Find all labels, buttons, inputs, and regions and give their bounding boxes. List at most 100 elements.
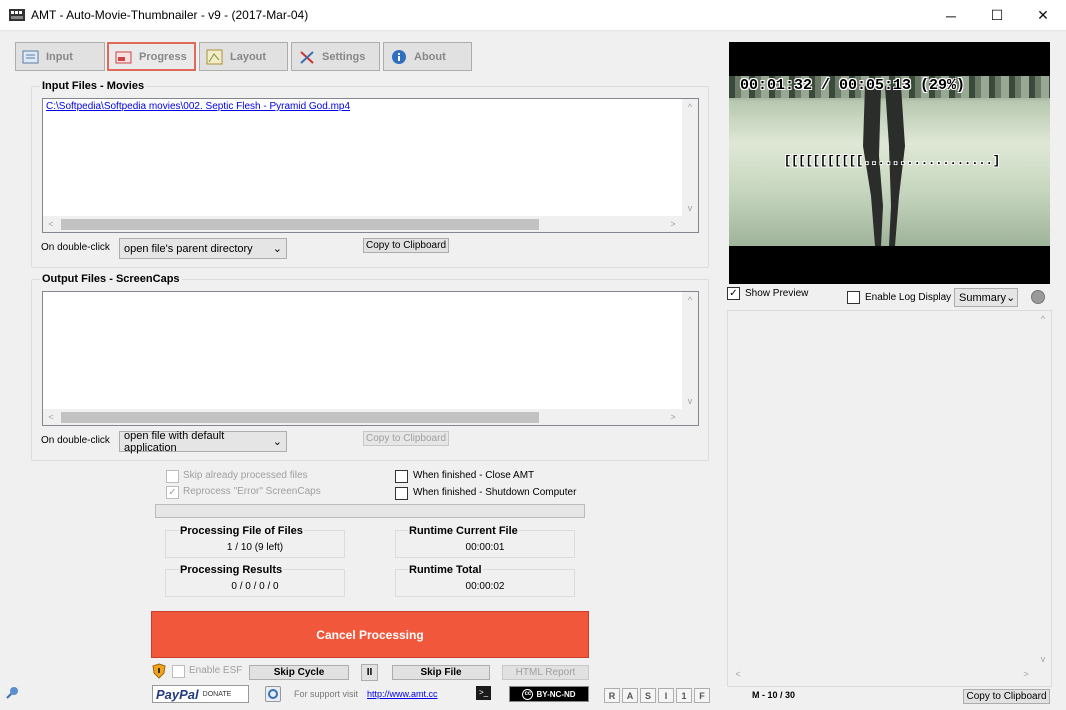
processing-results-title: Processing Results: [179, 564, 284, 576]
input-double-click-value: open file's parent directory: [124, 242, 253, 255]
tab-progress-label: Progress: [139, 50, 187, 63]
console-icon[interactable]: >_: [476, 686, 491, 700]
close-amt-checkbox[interactable]: [395, 470, 408, 483]
enable-esf-checkbox[interactable]: [172, 665, 185, 678]
letter-f-button[interactable]: F: [694, 688, 710, 703]
show-preview-checkbox[interactable]: ✓: [727, 287, 740, 300]
minimize-button[interactable]: ─: [928, 0, 974, 31]
output-copy-button[interactable]: Copy to Clipboard: [363, 431, 449, 446]
scroll-right-icon[interactable]: >: [665, 409, 681, 425]
close-amt-label: When finished - Close AMT: [413, 470, 535, 481]
chevron-down-icon: ⌄: [1006, 292, 1016, 304]
scroll-up-icon[interactable]: ^: [682, 292, 698, 308]
log-mode-value: Summary: [959, 291, 1007, 304]
scroll-up-icon[interactable]: ^: [1035, 311, 1051, 327]
chevron-down-icon: ⌄: [272, 436, 282, 448]
html-report-button[interactable]: HTML Report: [502, 665, 589, 680]
tab-about-label: About: [414, 50, 446, 63]
scroll-right-icon[interactable]: >: [1018, 666, 1034, 682]
log-mode-select[interactable]: Summary ⌄: [954, 288, 1018, 307]
scroll-down-icon[interactable]: v: [682, 393, 698, 409]
input-file-item[interactable]: C:\Softpedia\Softpedia movies\002. Septi…: [46, 101, 350, 112]
progress-icon: [115, 49, 133, 65]
scroll-left-icon[interactable]: <: [43, 216, 59, 232]
scroll-down-icon[interactable]: v: [682, 200, 698, 216]
close-button[interactable]: ✕: [1020, 0, 1066, 31]
chevron-down-icon: ⌄: [272, 243, 282, 255]
output-hscroll-thumb[interactable]: [61, 412, 539, 423]
maximize-button[interactable]: ☐: [974, 0, 1020, 31]
donate-label: DONATE: [202, 690, 232, 698]
letter-s-button[interactable]: S: [640, 688, 656, 703]
status-indicator-icon: [1031, 290, 1045, 304]
tab-layout-label: Layout: [230, 50, 267, 63]
preview-time-overlay: 00:01:32 / 00:05:13 (29%): [740, 77, 966, 94]
cc-license-badge[interactable]: cc BY-NC-ND: [509, 686, 589, 702]
cancel-processing-button[interactable]: Cancel Processing: [151, 611, 589, 658]
caps-counter: M - 10 / 30: [752, 690, 796, 700]
runtime-current-value: 00:00:01: [465, 542, 505, 553]
log-display[interactable]: ^ v < >: [727, 310, 1052, 687]
paypal-logo: PayPal: [156, 686, 199, 702]
enable-esf-label: Enable ESF: [189, 665, 243, 676]
processing-file-value: 1 / 10 (9 left): [226, 542, 284, 553]
enable-log-checkbox[interactable]: [847, 291, 860, 304]
skip-processed-checkbox[interactable]: [166, 470, 179, 483]
processing-results-value: 0 / 0 / 0 / 0: [231, 581, 279, 592]
scroll-left-icon[interactable]: <: [730, 666, 746, 682]
input-files-list[interactable]: C:\Softpedia\Softpedia movies\002. Septi…: [42, 98, 699, 233]
title-bar: AMT - Auto-Movie-Thumbnailer - v9 - (201…: [0, 0, 1066, 31]
scroll-up-icon[interactable]: ^: [682, 99, 698, 115]
scroll-down-icon[interactable]: v: [1035, 651, 1051, 667]
shutdown-label: When finished - Shutdown Computer: [413, 487, 577, 498]
letter-r-button[interactable]: R: [604, 688, 620, 703]
output-double-click-label: On double-click: [41, 435, 110, 446]
input-hscrollbar[interactable]: < >: [43, 216, 698, 232]
skip-file-button[interactable]: Skip File: [392, 665, 490, 680]
output-vscrollbar[interactable]: ^ v: [682, 292, 698, 409]
window-title: AMT - Auto-Movie-Thumbnailer - v9 - (201…: [31, 8, 309, 22]
pause-button[interactable]: II: [361, 664, 378, 681]
paypal-donate-button[interactable]: PayPal DONATE: [152, 685, 249, 703]
output-files-list[interactable]: ^ v < >: [42, 291, 699, 426]
tab-layout[interactable]: Layout: [199, 42, 288, 71]
app-icon: [9, 8, 25, 22]
runtime-total-title: Runtime Total: [408, 564, 483, 576]
letter-i-button[interactable]: I: [658, 688, 674, 703]
overall-progress-bar: [155, 504, 585, 518]
tab-settings-label: Settings: [322, 50, 366, 63]
input-vscrollbar[interactable]: ^ v: [682, 99, 698, 216]
letter-1-button[interactable]: 1: [676, 688, 692, 703]
tab-input-label: Input: [46, 50, 73, 63]
output-hscrollbar[interactable]: < >: [43, 409, 698, 425]
shutdown-checkbox[interactable]: [395, 487, 408, 500]
letter-a-button[interactable]: A: [622, 688, 638, 703]
scroll-left-icon[interactable]: <: [43, 409, 59, 425]
skip-processed-label: Skip already processed files: [183, 470, 308, 481]
layout-icon: [206, 49, 224, 65]
input-double-click-select[interactable]: open file's parent directory ⌄: [119, 238, 287, 259]
info-icon: [390, 49, 408, 65]
tab-about[interactable]: About: [383, 42, 472, 71]
support-link[interactable]: http://www.amt.cc: [367, 689, 438, 699]
output-double-click-select[interactable]: open file with default application ⌄: [119, 429, 287, 454]
tab-settings[interactable]: Settings: [291, 42, 380, 71]
input-hscroll-thumb[interactable]: [61, 219, 539, 230]
input-icon: [22, 49, 40, 65]
log-copy-button[interactable]: Copy to Clipboard: [963, 689, 1050, 704]
reprocess-error-label: Reprocess "Error" ScreenCaps: [183, 486, 321, 497]
processing-file-title: Processing File of Files: [179, 525, 304, 537]
input-copy-button[interactable]: Copy to Clipboard: [363, 238, 449, 253]
output-files-label: Output Files - ScreenCaps: [40, 273, 182, 285]
reprocess-error-checkbox[interactable]: ✓: [166, 486, 179, 499]
cc-label: BY-NC-ND: [536, 689, 576, 699]
scroll-right-icon[interactable]: >: [665, 216, 681, 232]
input-double-click-label: On double-click: [41, 242, 110, 253]
pin-icon[interactable]: [4, 685, 20, 701]
output-double-click-value: open file with default application: [124, 429, 225, 454]
tab-progress[interactable]: Progress: [107, 42, 196, 71]
tab-input[interactable]: Input: [15, 42, 105, 71]
skip-cycle-button[interactable]: Skip Cycle: [249, 665, 349, 680]
settings-icon: [298, 49, 316, 65]
support-icon[interactable]: [265, 686, 281, 702]
